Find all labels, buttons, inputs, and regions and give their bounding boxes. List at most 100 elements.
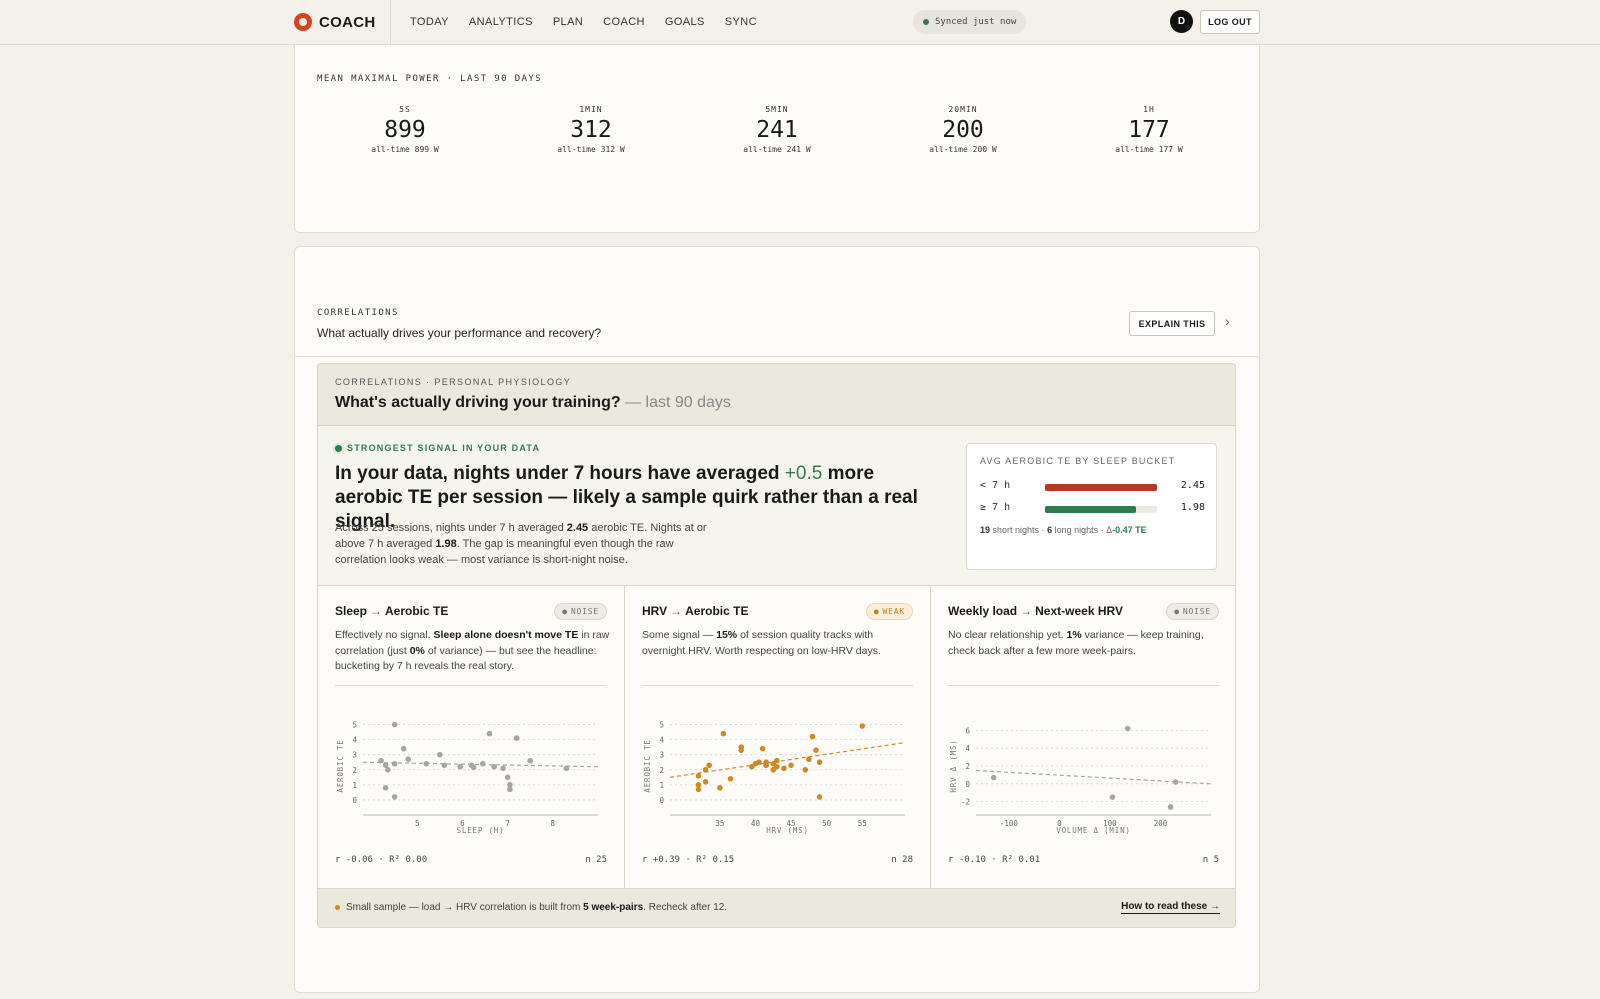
x-axis-label: SLEEP (H)	[457, 826, 505, 835]
panel-title-suffix: — last 90 days	[625, 394, 731, 411]
logout-button[interactable]: LOG OUT	[1200, 10, 1260, 34]
correlation-hrv-te: HRV → Aerobic TE ● WEAK Some signal — 15% …	[624, 586, 930, 888]
brand-name: COACH	[319, 13, 376, 31]
divider	[335, 685, 606, 686]
bucket-bar	[1045, 506, 1136, 513]
mmp-alltime: all-time 241 W	[743, 145, 811, 154]
mmp-alltime: all-time 899 W	[371, 145, 439, 154]
nav-item-plan[interactable]: PLAN	[553, 16, 583, 28]
data-point	[695, 773, 702, 779]
x-tick-label: 7	[505, 819, 510, 828]
signal-body-value: 1.98	[435, 538, 457, 550]
x-tick-label: 50	[822, 819, 832, 828]
divider	[642, 685, 913, 686]
footnote-emphasis: 5 week-pairs	[583, 902, 644, 913]
signal-tag: STRONGEST SIGNAL IN YOUR DATA	[335, 443, 540, 453]
y-tick-label: 4	[352, 736, 357, 745]
body-text: Effectively no signal.	[335, 629, 431, 641]
x-tick-label: -100	[1000, 819, 1019, 828]
top-bar: COACH TODAY ANALYTICS PLAN COACH GOALS S…	[0, 0, 1600, 45]
mmp-title: MEAN MAXIMAL POWER · LAST 90 DAYS	[317, 74, 543, 84]
data-point	[500, 765, 506, 772]
hrv-te-scatter-chart: 01234535 40 45 50 55HRV (MS)AEROBIC TE	[643, 721, 906, 835]
sync-status: Synced just now	[913, 10, 1027, 34]
sync-dot-icon	[923, 19, 929, 25]
sample-size: n 28	[891, 855, 913, 865]
data-point	[391, 794, 398, 800]
y-tick-label: 3	[352, 751, 357, 760]
correlation-title: Sleep → Aerobic TE	[335, 604, 448, 618]
chevron-right-icon[interactable]: ›	[1225, 313, 1230, 329]
arrow-right-icon: →	[1020, 604, 1033, 618]
y-tick-label: 0	[965, 780, 970, 789]
correlations-card: CORRELATIONS What actually drives your p…	[294, 246, 1260, 993]
divider	[948, 685, 1219, 686]
body-emphasis: 15%	[716, 629, 738, 641]
panel-footnote: Small sample — load → HRV correlation is…	[318, 888, 1235, 927]
badge-label: WEAK	[882, 607, 905, 616]
brand[interactable]: COACH	[294, 13, 376, 31]
how-to-read-link[interactable]: How to read these →	[1121, 901, 1220, 914]
long-nights-label: long nights · Δ	[1054, 525, 1113, 535]
nav-item-analytics[interactable]: ANALYTICS	[469, 16, 533, 28]
mmp-label: 5S	[399, 105, 411, 114]
bucket-track	[1045, 506, 1157, 513]
data-point	[527, 757, 534, 764]
bucket-label: < 7 h	[980, 480, 1011, 491]
data-point	[717, 785, 723, 791]
x-tick-label: 8	[551, 819, 556, 828]
nav-item-coach[interactable]: COACH	[603, 16, 645, 28]
signal-tag-text: STRONGEST SIGNAL IN YOUR DATA	[347, 443, 541, 453]
explain-this-button[interactable]: EXPLAIN THIS	[1129, 311, 1215, 336]
correlation-body: Effectively no signal. Sleep alone doesn…	[335, 628, 610, 675]
signal-body-text: Across 25 sessions, nights under 7 h ave…	[335, 522, 564, 534]
mmp-label: 1MIN	[579, 105, 603, 114]
y-tick-label: 5	[659, 721, 664, 730]
data-point	[695, 782, 702, 788]
y-tick-label: 5	[352, 721, 357, 730]
nav-item-goals[interactable]: GOALS	[665, 16, 705, 28]
data-point	[437, 751, 443, 758]
avatar[interactable]: D	[1170, 10, 1193, 33]
body-text: Some signal —	[642, 629, 714, 641]
mmp-item: 5S 899 all-time 899 W	[345, 105, 465, 154]
data-point	[504, 774, 511, 781]
brand-divider	[390, 0, 391, 45]
mmp-card: MEAN MAXIMAL POWER · LAST 90 DAYS 5S 899…	[294, 30, 1260, 233]
data-point	[788, 762, 794, 769]
mmp-label: 20MIN	[948, 105, 978, 114]
data-point	[391, 760, 398, 767]
correlation-load-hrv: Weekly load → Next-week HRV ● NOISE No cle…	[930, 586, 1235, 888]
nav-item-today[interactable]: TODAY	[410, 16, 449, 28]
panel-eyebrow: CORRELATIONS · PERSONAL PHYSIOLOGY	[335, 377, 572, 387]
body-emphasis: 0%	[409, 644, 425, 657]
y-tick-label: 3	[659, 751, 664, 760]
correlations-panel: CORRELATIONS · PERSONAL PHYSIOLOGY What'…	[317, 363, 1236, 928]
correlation-stats: r -0.06 · R² 0.00	[335, 855, 428, 865]
bucket-value: 2.45	[1180, 480, 1205, 491]
correlation-sleep-te: Sleep → Aerobic TE ● NOISE Effectively no …	[318, 586, 624, 888]
mmp-label: 5MIN	[765, 105, 789, 114]
y-axis-label: AEROBIC TE	[336, 739, 345, 792]
data-point	[802, 766, 809, 773]
data-point	[756, 759, 762, 766]
data-point	[738, 744, 745, 750]
signal-headline-pre: In your data, nights under 7 hours have …	[335, 463, 780, 484]
y-tick-label: 2	[352, 766, 357, 775]
data-point	[702, 779, 709, 785]
x-tick-label: 40	[751, 819, 761, 828]
bucket-delta: -0.47 TE	[1112, 525, 1147, 535]
signal-body-value: 2.45	[566, 522, 589, 534]
data-point	[391, 721, 398, 728]
correlation-from: Sleep	[335, 604, 368, 618]
data-point	[720, 730, 727, 737]
mmp-value: 312	[570, 117, 612, 143]
data-point	[1172, 779, 1179, 785]
correlation-body: No clear relationship yet. 1% variance —…	[948, 628, 1223, 659]
nav-item-sync[interactable]: SYNC	[725, 16, 757, 28]
y-tick-label: 4	[659, 736, 664, 745]
x-axis-label: VOLUME Δ (MIN)	[1056, 826, 1130, 835]
x-tick-label: 200	[1154, 819, 1168, 828]
signal-delta: +0.5	[784, 463, 823, 484]
x-axis-label: HRV (MS)	[766, 826, 809, 835]
